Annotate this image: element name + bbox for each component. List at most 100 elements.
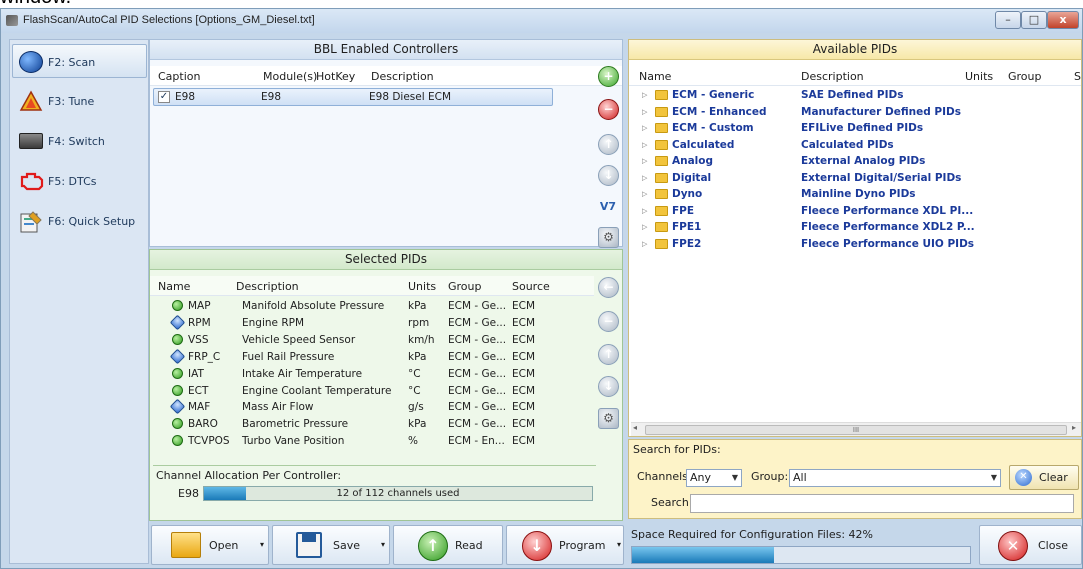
- settings-button[interactable]: ⚙: [598, 227, 619, 248]
- table-row[interactable]: MAF Mass Air Flow g/s ECM - Ge... ECM: [150, 399, 594, 415]
- search-input[interactable]: [690, 494, 1074, 513]
- table-row[interactable]: VSS Vehicle Speed Sensor km/h ECM - Ge... EC…: [150, 332, 594, 348]
- folder-icon: [655, 156, 668, 166]
- dropdown-arrow-icon[interactable]: ▾: [381, 540, 385, 549]
- column-header[interactable]: Group: [1008, 68, 1042, 86]
- column-header[interactable]: Description: [801, 68, 864, 86]
- available-pid-tree: ▷ ECM - Generic SAE Defined PIDs ▷ ECM - Enh…: [629, 87, 1081, 257]
- group-dropdown[interactable]: All ▼: [789, 469, 1001, 487]
- expand-arrow-icon[interactable]: ▷: [642, 203, 647, 219]
- tree-item[interactable]: ▷ ECM - Enhanced Manufacturer Defined PIDs: [629, 104, 1081, 120]
- tree-item[interactable]: ▷ Dyno Mainline Dyno PIDs: [629, 186, 1081, 202]
- table-row[interactable]: ✓ E98 E98 E98 Diesel ECM: [153, 88, 553, 106]
- pid-settings-button[interactable]: ⚙: [598, 408, 619, 429]
- expand-arrow-icon[interactable]: ▷: [642, 137, 647, 153]
- move-down-button[interactable]: ↓: [598, 165, 619, 186]
- scroll-right-icon[interactable]: ▸: [1072, 423, 1076, 432]
- expand-arrow-icon[interactable]: ▷: [642, 186, 647, 202]
- tree-item[interactable]: ▷ FPE Fleece Performance XDL PI...: [629, 203, 1081, 219]
- column-header[interactable]: Caption: [158, 68, 200, 86]
- add-controller-button[interactable]: +: [598, 66, 619, 87]
- pid-units: kPa: [408, 418, 427, 431]
- table-row[interactable]: MAP Manifold Absolute Pressure kPa ECM - Ge…: [150, 298, 594, 314]
- tree-item[interactable]: ▷ FPE2 Fleece Performance UIO PIDs: [629, 236, 1081, 252]
- expand-arrow-icon[interactable]: ▷: [642, 87, 647, 103]
- column-header[interactable]: Description: [236, 278, 299, 296]
- pid-up-button[interactable]: ↑: [598, 344, 619, 365]
- group-name: Digital: [672, 171, 712, 184]
- column-header[interactable]: Units: [408, 278, 436, 296]
- pid-units: kPa: [408, 300, 427, 312]
- scroll-left-icon[interactable]: ◂: [633, 423, 637, 432]
- remove-controller-button[interactable]: −: [598, 99, 619, 120]
- column-header[interactable]: Name: [158, 278, 190, 296]
- folder-icon: [655, 139, 668, 150]
- column-header[interactable]: Source: [512, 278, 550, 296]
- table-row[interactable]: TCVPOS Turbo Vane Position% ECM - En... ECM: [150, 433, 594, 449]
- tree-item[interactable]: ▷ Digital External Digital/Serial PIDs: [629, 170, 1081, 186]
- group-name: Analog: [672, 155, 714, 167]
- open-button[interactable]: Open ▾: [151, 525, 269, 565]
- app-icon: [6, 15, 18, 26]
- close-button[interactable]: ✕ Close: [979, 525, 1082, 565]
- column-header[interactable]: Module(s): [263, 68, 317, 86]
- gear-icon: ⚙: [603, 230, 614, 244]
- expand-arrow-icon[interactable]: ▷: [642, 170, 647, 186]
- table-row[interactable]: BARO Barometric Pressure kPa ECM - Ge... ECM: [150, 416, 594, 432]
- tree-item[interactable]: ▷ ECM - Generic SAE Defined PIDs: [629, 87, 1081, 103]
- tree-item[interactable]: ▷ Calculated Calculated PIDs: [629, 137, 1081, 153]
- program-button[interactable]: ↓ Program ▾: [506, 525, 624, 565]
- expand-arrow-icon[interactable]: ▷: [642, 153, 647, 169]
- tree-item[interactable]: ▷ Analog External Analog PIDs: [629, 153, 1081, 169]
- remove-pid-button[interactable]: −: [598, 311, 619, 332]
- dropdown-arrow-icon[interactable]: ▾: [260, 540, 264, 549]
- move-left-button[interactable]: ←: [598, 277, 619, 298]
- group-description: Fleece Performance UIO PIDs: [801, 237, 975, 250]
- table-row[interactable]: ECT Engine Coolant Temperature °C ECM - Ge.…: [150, 383, 594, 399]
- tree-item[interactable]: ▷ FPE1 Fleece Performance XDL2 P...: [629, 219, 1081, 235]
- move-up-button[interactable]: ↑: [598, 134, 619, 155]
- sidebar-item-dtcs[interactable]: F5: DTCs: [12, 163, 147, 197]
- close-label: Close: [1038, 539, 1068, 552]
- close-window-button[interactable]: x: [1047, 11, 1079, 29]
- expand-arrow-icon[interactable]: ▷: [642, 120, 647, 136]
- table-row[interactable]: RPM Engine RPM rpm ECM - Ge... ECM: [150, 314, 594, 331]
- minimize-button[interactable]: –: [995, 11, 1021, 29]
- group-name: Dyno: [672, 188, 703, 200]
- table-row[interactable]: IAT Intake Air Temperature °C ECM - Ge... EC…: [150, 366, 594, 382]
- v7-button[interactable]: V7: [596, 197, 620, 217]
- sidebar-item-label: F5: DTCs: [48, 175, 97, 188]
- search-title: Search for PIDs:: [633, 443, 721, 456]
- column-header[interactable]: Description: [371, 68, 434, 86]
- horizontal-scrollbar[interactable]: ◂ III ▸: [631, 422, 1081, 436]
- expand-arrow-icon[interactable]: ▷: [642, 219, 647, 235]
- column-header[interactable]: Name: [639, 68, 671, 86]
- column-header[interactable]: Units: [965, 68, 993, 86]
- expand-arrow-icon[interactable]: ▷: [642, 236, 647, 252]
- row-checkbox[interactable]: ✓: [158, 91, 170, 103]
- search-label: Search:: [651, 496, 693, 509]
- pid-name: BARO: [188, 418, 218, 431]
- clear-button[interactable]: ✕ Clear: [1009, 465, 1079, 490]
- sidebar-item-scan[interactable]: F2: Scan: [12, 44, 147, 78]
- group-description: External Digital/Serial PIDs: [801, 171, 962, 184]
- dropdown-arrow-icon[interactable]: ▾: [617, 540, 621, 549]
- save-button[interactable]: Save ▾: [272, 525, 390, 565]
- scrollbar-thumb[interactable]: III: [645, 425, 1067, 435]
- sidebar-item-switch[interactable]: F4: Switch: [12, 123, 147, 157]
- sidebar-item-tune[interactable]: F3: Tune: [12, 83, 147, 117]
- pid-down-button[interactable]: ↓: [598, 376, 619, 397]
- read-button[interactable]: ↑ Read: [393, 525, 503, 565]
- table-row[interactable]: FRP_C Fuel Rail Pressure kPa ECM - Ge... ECM: [150, 348, 594, 365]
- sidebar-item-quick-setup[interactable]: F6: Quick Setup: [12, 203, 147, 237]
- column-header[interactable]: Group: [448, 278, 482, 296]
- column-header[interactable]: HotKey: [316, 68, 355, 86]
- maximize-button[interactable]: □: [1021, 11, 1047, 29]
- close-circle-icon: ✕: [998, 531, 1028, 561]
- pid-source: ECM: [512, 333, 536, 346]
- folder-icon: [655, 205, 668, 216]
- channels-dropdown[interactable]: Any ▼: [686, 469, 742, 487]
- column-header[interactable]: S: [1074, 68, 1081, 86]
- tree-item[interactable]: ▷ ECM - Custom EFILive Defined PIDs: [629, 120, 1081, 136]
- expand-arrow-icon[interactable]: ▷: [642, 104, 647, 120]
